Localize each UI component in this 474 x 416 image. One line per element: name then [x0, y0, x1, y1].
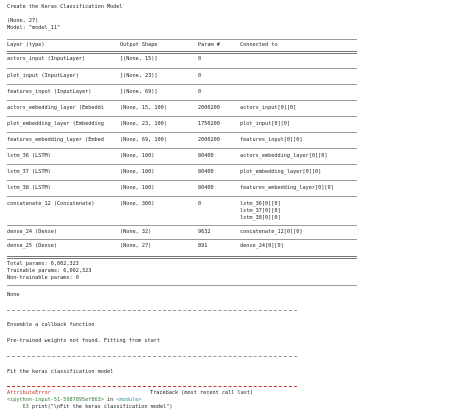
row-layer: lstm_37 (LSTM) — [7, 169, 51, 175]
row-layer: features_embedding_layer (Embed — [7, 137, 104, 143]
row-output-shape: (None, 300) — [120, 201, 155, 207]
row-connected-to: dense_24[0][0] — [240, 243, 284, 249]
callback-section-title: Ensemble a callback function — [7, 322, 95, 328]
row-params: 0 — [198, 56, 202, 62]
row-separator — [7, 132, 357, 133]
header-double-rule — [7, 51, 357, 54]
row-connected-to: actors_input[0][0] — [240, 105, 297, 111]
row-layer: dense_24 (Dense) — [7, 229, 57, 235]
row-layer: plot_embedding_layer (Embedding — [7, 121, 104, 127]
footer-double-rule — [7, 256, 357, 259]
weights-message: Pre-trained weights not found. Fitting f… — [7, 338, 161, 344]
row-output-shape: (None, 32) — [120, 229, 152, 235]
row-params: 0 — [198, 89, 202, 95]
row-connected-to: lstm_36[0][0] — [240, 201, 281, 207]
row-output-shape: (None, 100) — [120, 169, 155, 175]
output-shape-text: (None, 27) — [7, 18, 39, 24]
traceback-location: <ipython-input-51-5987895ef863> in <modu… — [7, 397, 141, 404]
row-layer: actors_input (InputLayer) — [7, 56, 86, 62]
row-output-shape: (None, 27) — [120, 243, 152, 249]
row-connected-to: plot_input[0][0] — [240, 121, 290, 127]
row-params: 80400 — [198, 169, 214, 175]
row-params: 891 — [198, 243, 208, 249]
trainable-params: Trainable params: 6,002,323 — [7, 268, 92, 274]
column-header-params: Param # — [198, 42, 220, 48]
row-params: 80400 — [198, 185, 214, 191]
row-params: 80400 — [198, 153, 214, 159]
row-connected-to: features_embedding_layer[0][0] — [240, 185, 334, 191]
column-header-output-shape: Output Shape — [120, 42, 158, 48]
row-separator — [7, 225, 357, 226]
row-separator — [7, 84, 357, 85]
row-params: 1750200 — [198, 121, 220, 127]
row-connected-to: lstm_37[0][0] — [240, 208, 281, 214]
row-params: 0 — [198, 201, 202, 207]
row-separator — [7, 164, 357, 165]
row-separator — [7, 68, 357, 69]
row-params: 2000200 — [198, 137, 220, 143]
row-connected-to: plot_embedding_layer[0][0] — [240, 169, 322, 175]
ipython-input-ref: <ipython-input-51-5987895ef863> — [7, 397, 104, 403]
row-layer: dense_25 (Dense) — [7, 243, 57, 249]
total-params: Total params: 6,002,323 — [7, 261, 79, 267]
model-name: Model: "model_11" — [7, 25, 61, 31]
summary-top-rule — [7, 39, 357, 40]
row-layer: actors_embedding_layer (Embeddi — [7, 105, 104, 111]
row-separator — [7, 148, 357, 149]
row-output-shape: (None, 23, 100) — [120, 121, 167, 127]
row-separator — [7, 180, 357, 181]
non-trainable-params: Non-trainable params: 0 — [7, 275, 79, 281]
row-layer: lstm_38 (LSTM) — [7, 185, 51, 191]
row-connected-to: concatenate_12[0][0] — [240, 229, 303, 235]
row-output-shape: [(None, 23)] — [120, 73, 158, 79]
column-header-layer: Layer (type) — [7, 42, 45, 48]
line-number: 63 — [7, 404, 32, 410]
row-output-shape: (None, 15, 100) — [120, 105, 167, 111]
dashed-separator — [7, 356, 297, 357]
section-title: Create the Keras Classification Model — [7, 4, 123, 10]
row-params: 0 — [198, 73, 202, 79]
row-output-shape: (None, 69, 100) — [120, 137, 167, 143]
row-layer: lstm_36 (LSTM) — [7, 153, 51, 159]
row-connected-to: lstm_38[0][0] — [240, 215, 281, 221]
code-text: print("\nFit the keras classification mo… — [32, 404, 173, 410]
row-connected-to: actors_embedding_layer[0][0] — [240, 153, 328, 159]
row-params: 9632 — [198, 229, 211, 235]
row-output-shape: [(None, 15)] — [120, 56, 158, 62]
row-layer: concatenate_12 (Concatenate) — [7, 201, 95, 207]
row-separator — [7, 116, 357, 117]
row-layer: plot_input (InputLayer) — [7, 73, 79, 79]
in-word: in — [103, 397, 117, 403]
row-output-shape: (None, 100) — [120, 153, 155, 159]
summary-bottom-rule — [7, 285, 357, 286]
traceback-header: Traceback (most recent call last) — [150, 390, 254, 396]
return-value: None — [7, 292, 20, 298]
module-ref: <module> — [116, 397, 142, 403]
row-output-shape: [(None, 69)] — [120, 89, 158, 95]
dashed-separator — [7, 310, 297, 311]
row-params: 2000200 — [198, 105, 220, 111]
traceback-code-line: 63 print("\nFit the keras classification… — [7, 404, 173, 411]
row-connected-to: features_input[0][0] — [240, 137, 303, 143]
error-name: AttributeError — [7, 390, 51, 396]
column-header-connected-to: Connected to — [240, 42, 278, 48]
row-separator — [7, 239, 357, 240]
notebook-output: Create the Keras Classification Model (N… — [0, 0, 474, 416]
error-separator — [7, 386, 297, 387]
row-separator — [7, 196, 357, 197]
fit-section-title: Fit the keras classification model — [7, 369, 114, 375]
row-layer: features_input (InputLayer) — [7, 89, 92, 95]
row-output-shape: (None, 100) — [120, 185, 155, 191]
row-separator — [7, 100, 357, 101]
